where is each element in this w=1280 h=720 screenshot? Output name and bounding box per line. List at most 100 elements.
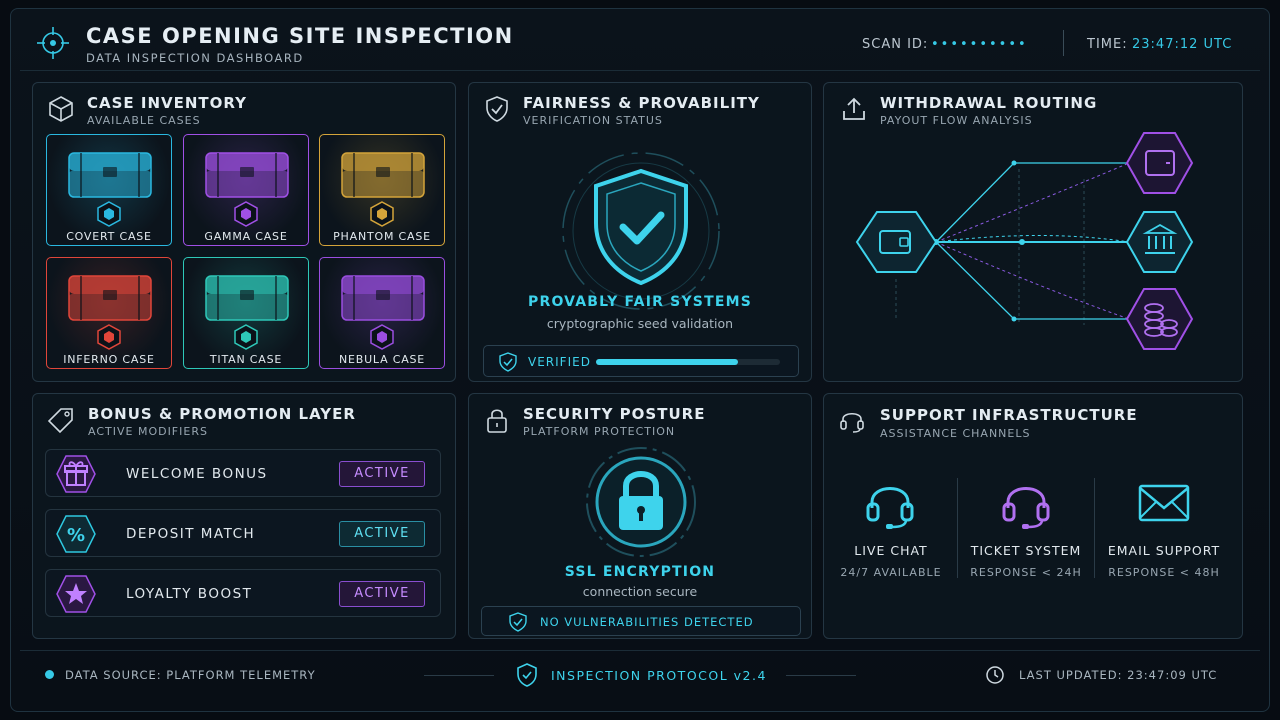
shield-check-icon — [517, 663, 537, 687]
shield-check-icon — [499, 352, 517, 372]
case-badge-icon — [97, 201, 121, 227]
support-channel-label: EMAIL SUPPORT — [1107, 543, 1221, 558]
case-badge-icon — [234, 201, 258, 227]
case-label: INFERNO CASE — [63, 353, 155, 366]
padlock-emblem-icon — [586, 447, 696, 557]
support-divider — [1094, 478, 1095, 578]
header-rule — [20, 70, 1260, 71]
case-badge-icon — [370, 324, 394, 350]
bonus-row[interactable]: % DEPOSIT MATCH ACTIVE — [45, 509, 441, 557]
support-channel-ticket-system[interactable]: TICKET SYSTEM RESPONSE < 24H — [961, 543, 1091, 579]
case-box-icon — [205, 275, 289, 321]
fairness-subtitle: VERIFICATION STATUS — [523, 114, 663, 127]
support-divider — [957, 478, 958, 578]
case-tile[interactable]: PHANTOM CASE — [319, 134, 445, 246]
support-channel-label: LIVE CHAT — [854, 543, 928, 558]
scan-id-label: SCAN ID: — [862, 37, 929, 52]
withdrawal-title: WITHDRAWAL ROUTING — [880, 94, 1098, 112]
case-box-icon — [68, 152, 152, 198]
ssl-heading: SSL ENCRYPTION — [564, 564, 716, 580]
coins-icon — [1125, 288, 1194, 350]
protocol-label: INSPECTION PROTOCOL v2.4 — [551, 668, 767, 683]
case-label: TITAN CASE — [209, 353, 283, 366]
support-panel: SUPPORT INFRASTRUCTURE ASSISTANCE CHANNE… — [823, 393, 1243, 639]
case-badge-icon — [234, 324, 258, 350]
case-box-icon — [68, 275, 152, 321]
flow-line-bank — [935, 235, 1130, 245]
time-label: TIME: — [1087, 37, 1128, 52]
verification-progress-fill — [596, 359, 738, 365]
fairness-title: FAIRNESS & PROVABILITY — [523, 94, 760, 112]
star-icon — [56, 575, 96, 613]
verification-status-bar: VERIFIED — [483, 345, 799, 377]
bonus-subtitle: ACTIVE MODIFIERS — [88, 425, 208, 438]
support-channel-label: TICKET SYSTEM — [970, 543, 1082, 558]
case-inventory-title: CASE INVENTORY — [87, 94, 248, 112]
status-dot-icon — [45, 670, 54, 679]
payout-flow-diagram — [855, 132, 1194, 350]
percent-icon: % — [56, 515, 96, 553]
support-channel-detail: RESPONSE < 24H — [970, 566, 1082, 579]
provably-fair-heading: PROVABLY FAIR SYSTEMS — [528, 294, 752, 310]
bonus-row[interactable]: LOYALTY BOOST ACTIVE — [45, 569, 441, 617]
ssl-caption: connection secure — [582, 584, 698, 599]
crosshair-icon — [37, 27, 69, 59]
bonus-label: DEPOSIT MATCH — [126, 526, 256, 542]
case-tile[interactable]: GAMMA CASE — [183, 134, 309, 246]
time-value: 23:47:12 UTC — [1132, 37, 1233, 52]
case-box-icon — [205, 152, 289, 198]
footer-ornament — [786, 675, 856, 676]
support-subtitle: ASSISTANCE CHANNELS — [880, 427, 1031, 440]
upload-icon — [843, 97, 865, 120]
bank-icon — [1125, 211, 1194, 273]
cube-icon — [49, 96, 73, 122]
case-tile[interactable]: INFERNO CASE — [46, 257, 172, 369]
fairness-panel: FAIRNESS & PROVABILITY VERIFICATION STAT… — [468, 82, 812, 382]
case-label: PHANTOM CASE — [333, 230, 431, 243]
verification-progress-track — [596, 359, 780, 365]
support-channel-detail: RESPONSE < 48H — [1108, 566, 1220, 579]
security-panel: SECURITY POSTURE PLATFORM PROTECTION SSL… — [468, 393, 812, 639]
no-vulnerabilities-label: NO VULNERABILITIES DETECTED — [540, 615, 754, 629]
footer-rule — [20, 650, 1260, 651]
scan-id-value: •••••••••• — [931, 37, 1028, 52]
header: CASE OPENING SITE INSPECTION DATA INSPEC… — [0, 0, 1280, 72]
case-label: COVERT CASE — [66, 230, 152, 243]
case-tile[interactable]: COVERT CASE — [46, 134, 172, 246]
gift-icon — [56, 455, 96, 493]
flow-line-card — [935, 162, 1130, 243]
footer: DATA SOURCE: PLATFORM TELEMETRY INSPECTI… — [20, 652, 1260, 698]
footer-ornament — [424, 675, 494, 676]
status-badge: ACTIVE — [339, 521, 425, 547]
case-badge-icon — [97, 324, 121, 350]
tag-icon — [47, 408, 73, 434]
case-box-icon — [341, 275, 425, 321]
support-channel-live-chat[interactable]: LIVE CHAT 24/7 AVAILABLE — [826, 543, 956, 579]
shield-check-icon — [486, 96, 508, 122]
header-divider — [1063, 30, 1064, 56]
page-subtitle: DATA INSPECTION DASHBOARD — [86, 51, 304, 65]
case-label: GAMMA CASE — [204, 230, 288, 243]
bonus-label: LOYALTY BOOST — [126, 586, 253, 602]
case-tile[interactable]: NEBULA CASE — [319, 257, 445, 369]
case-inventory-subtitle: AVAILABLE CASES — [87, 114, 201, 127]
case-tile[interactable]: TITAN CASE — [183, 257, 309, 369]
clock-icon — [986, 666, 1004, 684]
case-badge-icon — [370, 201, 394, 227]
support-channel-detail: 24/7 AVAILABLE — [840, 566, 942, 579]
security-title: SECURITY POSTURE — [523, 405, 706, 423]
bonus-title: BONUS & PROMOTION LAYER — [88, 405, 356, 423]
vulnerability-status-bar: NO VULNERABILITIES DETECTED — [481, 606, 801, 636]
page-title: CASE OPENING SITE INSPECTION — [86, 24, 514, 48]
headset-icon — [840, 412, 864, 433]
envelope-icon — [1138, 484, 1190, 522]
status-badge: ACTIVE — [339, 581, 425, 607]
lock-icon — [487, 409, 507, 433]
bonus-row[interactable]: WELCOME BONUS ACTIVE — [45, 449, 441, 497]
withdrawal-subtitle: PAYOUT FLOW ANALYSIS — [880, 114, 1033, 127]
support-channel-email-support[interactable]: EMAIL SUPPORT RESPONSE < 48H — [1099, 543, 1229, 579]
withdrawal-panel: WITHDRAWAL ROUTING PAYOUT FLOW ANALYSIS — [823, 82, 1243, 382]
headset-icon — [866, 487, 914, 529]
status-badge: ACTIVE — [339, 461, 425, 487]
flow-line-coins — [935, 241, 1130, 320]
